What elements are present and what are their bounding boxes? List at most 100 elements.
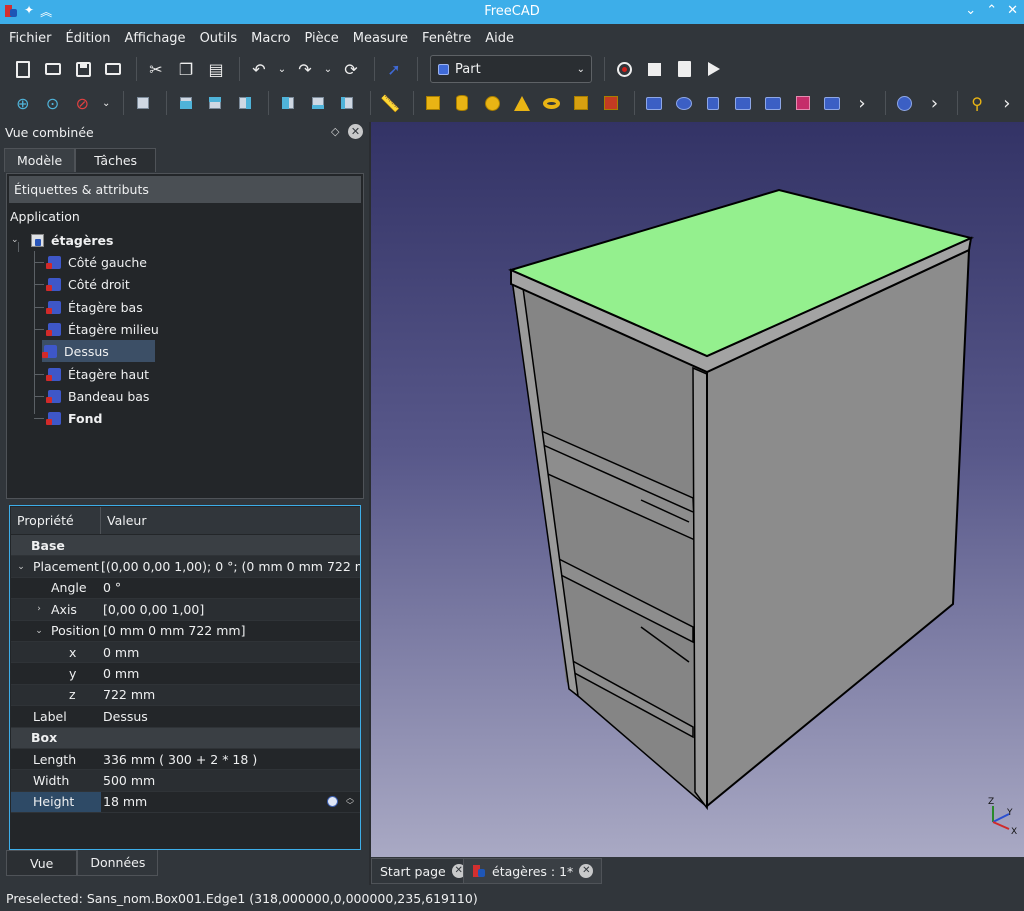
cut-button[interactable]: ✂ xyxy=(143,56,169,82)
draw-style-dropdown[interactable]: ⌄ xyxy=(99,90,113,116)
toolbar-more-button-3[interactable]: › xyxy=(994,90,1020,116)
float-panel-icon[interactable]: ◇ xyxy=(331,125,339,138)
minimize-icon[interactable]: ⌄ xyxy=(965,3,976,18)
macro-record-button[interactable] xyxy=(611,56,637,82)
menu-outils[interactable]: Outils xyxy=(193,31,245,46)
property-row[interactable]: Height 18 mm ︿ ﹀ xyxy=(11,791,360,814)
tree-item-etagere-bas[interactable]: Étagère bas xyxy=(34,296,143,318)
macro-edit-button[interactable] xyxy=(671,56,697,82)
draw-style-button[interactable]: ⊘ xyxy=(69,90,95,116)
view-right-button[interactable] xyxy=(232,90,258,116)
part-revolve-button[interactable] xyxy=(671,90,697,116)
property-row[interactable]: ⌄ Position [0 mm 0 mm 722 mm] xyxy=(11,621,360,642)
chevron-down-icon[interactable]: ⌄ xyxy=(33,626,45,636)
part-cylinder-button[interactable] xyxy=(450,90,476,116)
tree-item-fond[interactable]: Fond xyxy=(34,407,102,429)
menu-fenetre[interactable]: Fenêtre xyxy=(415,31,478,46)
tree-item-etagere-milieu[interactable]: Étagère milieu xyxy=(34,318,159,340)
property-value[interactable]: 18 mm xyxy=(101,794,147,809)
tab-modele[interactable]: Modèle xyxy=(4,148,76,172)
macro-stop-button[interactable] xyxy=(641,56,667,82)
tree-item-bandeau-bas[interactable]: Bandeau bas xyxy=(34,385,149,407)
view-top-button[interactable] xyxy=(203,90,229,116)
save-button[interactable] xyxy=(70,56,96,82)
view-rear-button[interactable] xyxy=(275,90,301,116)
menu-fichier[interactable]: Fichier xyxy=(2,31,59,46)
property-row[interactable]: ⌄ Placement [(0,00 0,00 1,00); 0 °; (0 mm … xyxy=(11,556,360,578)
menu-macro[interactable]: Macro xyxy=(244,31,297,46)
macro-run-button[interactable] xyxy=(701,56,727,82)
tree-item-etagere-haut[interactable]: Étagère haut xyxy=(34,363,149,385)
property-value[interactable]: [(0,00 0,00 1,00); 0 °; (0 mm 0 mm 722 m… xyxy=(99,559,360,574)
menu-piece[interactable]: Pièce xyxy=(297,31,345,46)
property-row[interactable]: Angle 0 ° xyxy=(11,578,360,600)
part-boolean-button[interactable] xyxy=(892,90,918,116)
part-box-button[interactable] xyxy=(420,90,446,116)
menu-measure[interactable]: Measure xyxy=(346,31,415,46)
fit-all-button[interactable]: ⊕ xyxy=(10,90,36,116)
property-value[interactable]: Dessus xyxy=(101,709,148,724)
menu-edition[interactable]: Édition xyxy=(59,31,118,46)
part-make-face-button[interactable] xyxy=(790,90,816,116)
close-tab-icon[interactable]: ✕ xyxy=(579,864,594,878)
property-row[interactable]: y 0 mm xyxy=(11,663,360,685)
whats-this-button[interactable]: ➚ xyxy=(381,56,407,82)
property-value[interactable]: [0 mm 0 mm 722 mm] xyxy=(101,623,245,638)
tree-document[interactable]: ⌄ étagères xyxy=(11,229,113,251)
property-row[interactable]: Width 500 mm xyxy=(11,770,360,792)
refresh-button[interactable]: ⟳ xyxy=(338,56,364,82)
close-panel-icon[interactable]: ✕ xyxy=(348,124,363,139)
property-row[interactable]: › Axis [0,00 0,00 1,00] xyxy=(11,599,360,621)
tab-taches[interactable]: Tâches xyxy=(75,148,157,172)
3d-viewport[interactable]: Z Y X xyxy=(371,122,1024,857)
tab-etageres[interactable]: étagères : 1* ✕ xyxy=(463,858,603,884)
part-extrude-button[interactable] xyxy=(641,90,667,116)
menu-affichage[interactable]: Affichage xyxy=(117,31,192,46)
part-primitives-button[interactable] xyxy=(598,90,624,116)
part-ruled-surface-button[interactable] xyxy=(819,90,845,116)
part-chamfer-button[interactable] xyxy=(760,90,786,116)
tab-donnees[interactable]: Données xyxy=(77,850,159,876)
print-button[interactable] xyxy=(100,56,126,82)
tree-item-cote-droit[interactable]: Côté droit xyxy=(34,273,130,295)
property-value[interactable]: 0 ° xyxy=(101,580,121,595)
property-row[interactable]: Label Dessus xyxy=(11,706,360,728)
view-front-button[interactable] xyxy=(173,90,199,116)
fit-selection-button[interactable]: ⊙ xyxy=(40,90,66,116)
part-tube-button[interactable] xyxy=(569,90,595,116)
property-value[interactable]: 722 mm xyxy=(101,687,155,702)
open-button[interactable] xyxy=(40,56,66,82)
chevron-right-icon[interactable]: › xyxy=(33,604,45,614)
paste-button[interactable]: ▤ xyxy=(203,56,229,82)
view-isometric-button[interactable] xyxy=(130,90,156,116)
property-row[interactable]: z 722 mm xyxy=(11,684,360,707)
new-document-button[interactable] xyxy=(10,56,36,82)
part-torus-button[interactable] xyxy=(539,90,565,116)
view-bottom-button[interactable] xyxy=(305,90,331,116)
redo-dropdown[interactable]: ⌄ xyxy=(322,56,334,82)
undo-dropdown[interactable]: ⌄ xyxy=(276,56,288,82)
property-row[interactable]: Length 336 mm ( 300 + 2 * 18 ) xyxy=(11,749,360,771)
part-mirror-button[interactable] xyxy=(700,90,726,116)
workbench-selector[interactable]: Part ⌄ xyxy=(430,55,592,83)
property-value[interactable]: [0,00 0,00 1,00] xyxy=(101,602,204,617)
maximize-icon[interactable]: ⌃ xyxy=(986,3,997,18)
tree-item-dessus[interactable]: Dessus xyxy=(42,340,155,362)
spin-arrows-icon[interactable]: ︿ ﹀ xyxy=(346,793,354,810)
property-value[interactable]: 0 mm xyxy=(101,666,139,681)
menu-aide[interactable]: Aide xyxy=(478,31,521,46)
property-row[interactable]: x 0 mm xyxy=(11,642,360,664)
undo-button[interactable]: ↶ xyxy=(246,56,272,82)
toolbar-more-button[interactable]: › xyxy=(849,90,875,116)
part-cone-button[interactable] xyxy=(509,90,535,116)
part-sphere-button[interactable] xyxy=(479,90,505,116)
view-left-button[interactable] xyxy=(334,90,360,116)
chevron-down-icon[interactable]: ⌄ xyxy=(15,562,27,572)
tab-start-page[interactable]: Start page ✕ xyxy=(371,858,475,884)
property-value[interactable]: 500 mm xyxy=(101,773,155,788)
redo-button[interactable]: ↷ xyxy=(292,56,318,82)
copy-button[interactable]: ❐ xyxy=(173,56,199,82)
expression-icon[interactable] xyxy=(327,795,338,807)
close-window-icon[interactable]: ✕ xyxy=(1007,3,1018,18)
property-value[interactable]: 0 mm xyxy=(101,645,139,660)
